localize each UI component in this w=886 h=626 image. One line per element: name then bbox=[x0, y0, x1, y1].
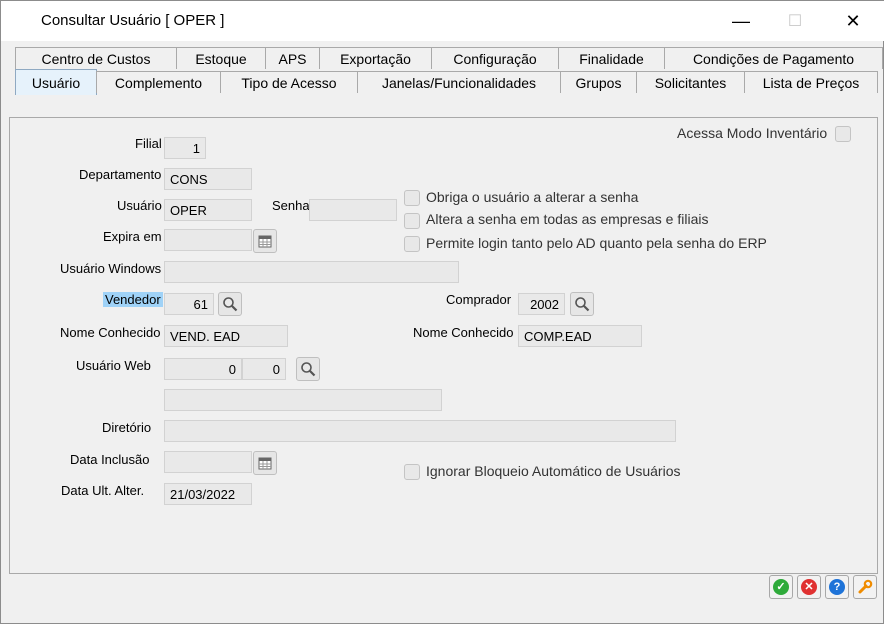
usuario-web-field-1[interactable]: 0 bbox=[164, 358, 242, 380]
senha-label: Senha bbox=[272, 198, 310, 213]
departamento-label: Departamento bbox=[79, 167, 162, 182]
tab-row-bottom: Usuário Complemento Tipo de Acesso Janel… bbox=[15, 69, 878, 95]
acessa-inventario-label: Acessa Modo Inventário bbox=[677, 125, 828, 141]
usuario-windows-label: Usuário Windows bbox=[60, 261, 162, 276]
tab-complemento[interactable]: Complemento bbox=[96, 71, 221, 93]
usuario-panel: Acessa Modo Inventário Filial 1 Departam… bbox=[9, 117, 878, 574]
departamento-field[interactable]: CONS bbox=[164, 168, 252, 190]
help-icon: ? bbox=[829, 579, 845, 595]
check-icon: ✓ bbox=[773, 579, 789, 595]
usuario-web-search-button[interactable] bbox=[296, 357, 320, 381]
permite-login-label: Permite login tanto pelo AD quanto pela … bbox=[426, 235, 767, 251]
data-inclusao-label: Data Inclusão bbox=[70, 452, 150, 467]
usuario-label: Usuário bbox=[117, 198, 162, 213]
tab-row-top: Centro de Custos Estoque APS Exportação … bbox=[15, 47, 883, 71]
cancel-icon: ✕ bbox=[801, 579, 817, 595]
tab-aps[interactable]: APS bbox=[265, 47, 320, 69]
usuario-web-field-2[interactable]: 0 bbox=[242, 358, 286, 380]
title-bar: Consultar Usuário [ OPER ] — ☐ ✕ bbox=[1, 1, 885, 41]
vendedor-label: Vendedor bbox=[103, 292, 163, 307]
tab-usuario[interactable]: Usuário bbox=[15, 69, 97, 95]
permite-login-checkbox[interactable] bbox=[404, 236, 420, 252]
close-button[interactable]: ✕ bbox=[825, 1, 881, 41]
search-icon bbox=[301, 362, 316, 377]
nome-conhecido-vendedor-field[interactable]: VEND. EAD bbox=[164, 325, 288, 347]
search-icon bbox=[223, 297, 238, 312]
nome-conhecido-comprador-field[interactable]: COMP.EAD bbox=[518, 325, 642, 347]
diretorio-field[interactable] bbox=[164, 420, 676, 442]
window-title: Consultar Usuário [ OPER ] bbox=[41, 12, 225, 29]
tab-grupos[interactable]: Grupos bbox=[560, 71, 637, 93]
obriga-alterar-checkbox[interactable] bbox=[404, 190, 420, 206]
senha-field[interactable] bbox=[309, 199, 397, 221]
ignorar-bloqueio-checkbox[interactable] bbox=[404, 464, 420, 480]
tab-tipo-de-acesso[interactable]: Tipo de Acesso bbox=[220, 71, 358, 93]
maximize-button[interactable]: ☐ bbox=[767, 1, 823, 41]
dialog-window: Consultar Usuário [ OPER ] — ☐ ✕ Centro … bbox=[0, 0, 885, 624]
tab-solicitantes[interactable]: Solicitantes bbox=[636, 71, 745, 93]
usuario-web-label: Usuário Web bbox=[76, 358, 151, 373]
filial-label: Filial bbox=[135, 136, 162, 151]
vendedor-field[interactable]: 61 bbox=[164, 293, 214, 315]
data-inclusao-field[interactable] bbox=[164, 451, 252, 473]
tab-configuracao[interactable]: Configuração bbox=[431, 47, 559, 69]
expira-calendar-button[interactable] bbox=[253, 229, 277, 253]
tab-estoque[interactable]: Estoque bbox=[176, 47, 266, 69]
diretorio-label: Diretório bbox=[102, 420, 152, 435]
tab-exportacao[interactable]: Exportação bbox=[319, 47, 432, 69]
data-inclusao-calendar-button[interactable] bbox=[253, 451, 277, 475]
help-button[interactable]: ? bbox=[825, 575, 849, 599]
filial-field[interactable]: 1 bbox=[164, 137, 206, 159]
data-ult-alter-field[interactable]: 21/03/2022 bbox=[164, 483, 252, 505]
calendar-icon bbox=[258, 235, 272, 248]
tab-finalidade[interactable]: Finalidade bbox=[558, 47, 665, 69]
confirm-button[interactable]: ✓ bbox=[769, 575, 793, 599]
calendar-icon bbox=[258, 457, 272, 470]
minimize-button[interactable]: — bbox=[713, 1, 769, 41]
ignorar-bloqueio-label: Ignorar Bloqueio Automático de Usuários bbox=[426, 463, 681, 479]
altera-todas-checkbox[interactable] bbox=[404, 213, 420, 229]
tab-janelas-funcionalidades[interactable]: Janelas/Funcionalidades bbox=[357, 71, 561, 93]
tools-button[interactable] bbox=[853, 575, 877, 599]
obriga-alterar-label: Obriga o usuário a alterar a senha bbox=[426, 189, 639, 205]
nome-conhecido-comprador-label: Nome Conhecido bbox=[413, 325, 514, 340]
expira-field[interactable] bbox=[164, 229, 252, 251]
vendedor-search-button[interactable] bbox=[218, 292, 242, 316]
nome-conhecido-vendedor-label: Nome Conhecido bbox=[60, 325, 161, 340]
acessa-inventario-checkbox[interactable] bbox=[835, 126, 851, 142]
usuario-windows-field[interactable] bbox=[164, 261, 459, 283]
comprador-label: Comprador bbox=[446, 292, 512, 307]
usuario-field[interactable]: OPER bbox=[164, 199, 252, 221]
tab-condicoes-de-pagamento[interactable]: Condições de Pagamento bbox=[664, 47, 883, 69]
vendedor-label-text: Vendedor bbox=[103, 292, 163, 307]
altera-todas-label: Altera a senha em todas as empresas e fi… bbox=[426, 211, 709, 227]
tab-lista-de-precos[interactable]: Lista de Preços bbox=[744, 71, 878, 93]
data-ult-alter-label: Data Ult. Alter. bbox=[61, 483, 145, 498]
cancel-button[interactable]: ✕ bbox=[797, 575, 821, 599]
search-icon bbox=[575, 297, 590, 312]
expira-label: Expira em bbox=[103, 229, 162, 244]
wrench-icon bbox=[858, 579, 873, 594]
comprador-field[interactable]: 2002 bbox=[518, 293, 565, 315]
usuario-web-description-field[interactable] bbox=[164, 389, 442, 411]
tab-centro-de-custos[interactable]: Centro de Custos bbox=[15, 47, 177, 69]
comprador-search-button[interactable] bbox=[570, 292, 594, 316]
